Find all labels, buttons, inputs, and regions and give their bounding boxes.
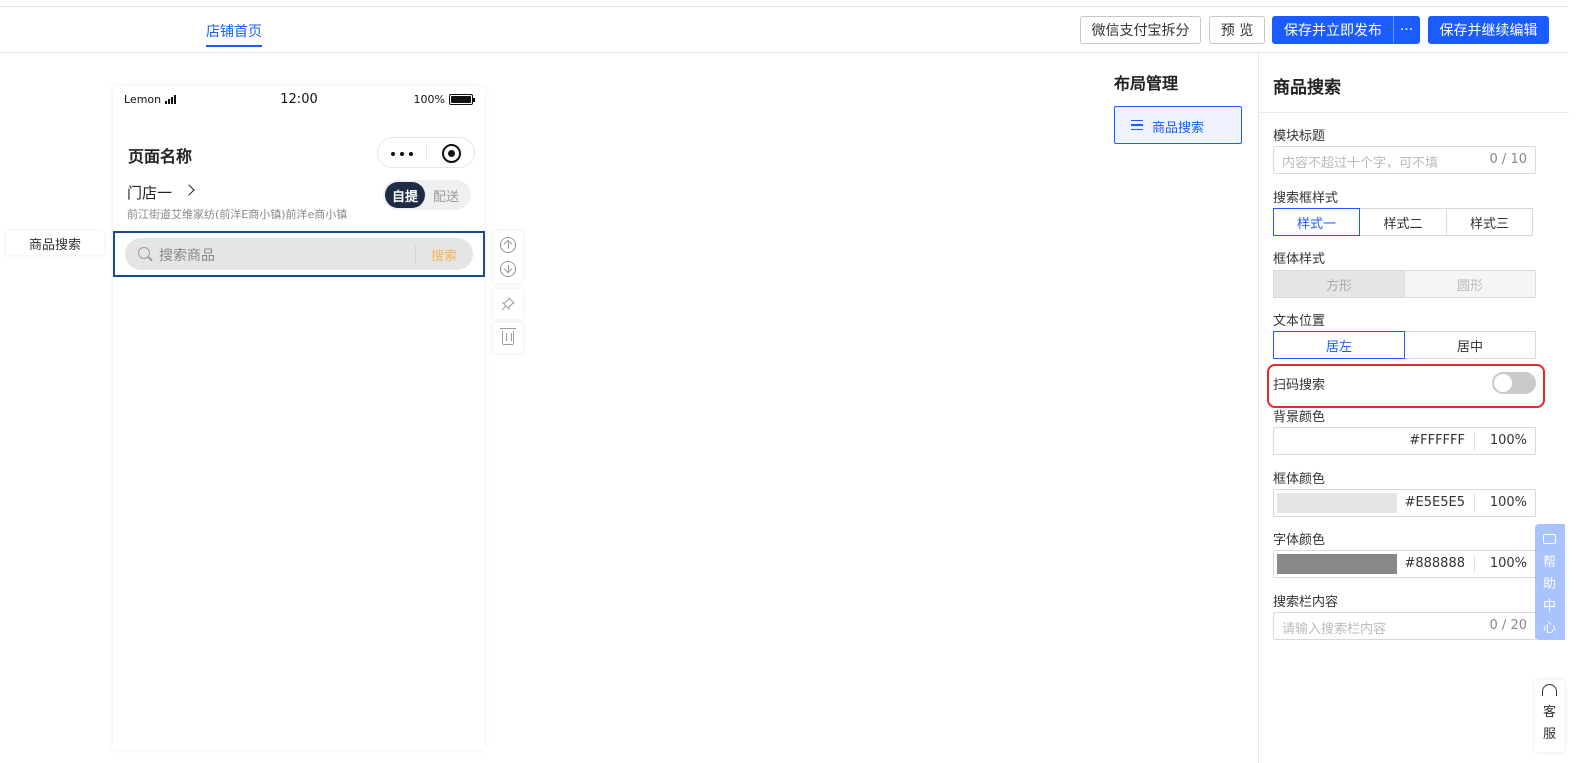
search-placeholder: 搜索商品 [159, 248, 215, 264]
scan-search-toggle[interactable] [1492, 372, 1536, 394]
move-down-icon[interactable] [500, 261, 516, 277]
bg-color-swatch[interactable] [1277, 431, 1397, 451]
trash-icon [500, 328, 516, 345]
font-color-opacity[interactable]: 100% [1490, 556, 1527, 571]
layout-item-search[interactable]: 商品搜索 [1114, 106, 1242, 144]
top-bar: 店铺首页 微信支付宝拆分 预 览 保存并立即发布 ··· 保存并继续编辑 [0, 6, 1568, 53]
more-dots-icon [391, 152, 413, 156]
message-icon [1543, 534, 1556, 544]
save-continue-button[interactable]: 保存并继续编辑 [1428, 16, 1549, 44]
search-style-label: 搜索框样式 [1273, 191, 1339, 206]
text-position-center[interactable]: 居中 [1404, 331, 1536, 359]
text-position-label: 文本位置 [1273, 314, 1326, 329]
pin-tool[interactable] [493, 289, 523, 319]
module-title-count: 0 / 10 [1489, 152, 1527, 167]
font-color-swatch[interactable] [1277, 554, 1397, 574]
headset-icon [1542, 684, 1557, 696]
status-battery-text: 100% [413, 93, 445, 106]
phone-preview: Lemon 12:00 100% 页面名称 门店一 前江街道艾维家纺(前洋E商小… [113, 86, 485, 750]
bg-color-input[interactable]: #FFFFFF 100% [1273, 427, 1536, 455]
store-address: 前江街道艾维家纺(前洋E商小镇)前洋e商小镇 [127, 208, 348, 221]
search-icon [138, 247, 150, 259]
frame-style-round[interactable]: 圆形 [1404, 270, 1536, 298]
battery-icon [449, 94, 475, 105]
frame-color-label: 框体颜色 [1273, 472, 1326, 487]
help-center-button[interactable]: 帮助中心 [1535, 524, 1565, 640]
frame-style-square[interactable]: 方形 [1273, 270, 1405, 298]
text-position-selector: 居左 居中 [1273, 331, 1536, 359]
drag-handle-icon [1131, 120, 1143, 130]
module-title-label: 模块标题 [1273, 129, 1326, 144]
search-content-placeholder: 请输入搜索栏内容 [1282, 622, 1387, 637]
panel-title: 商品搜索 [1273, 78, 1341, 98]
wechat-alipay-split-button[interactable]: 微信支付宝拆分 [1080, 16, 1201, 44]
module-title-placeholder: 内容不超过十个字，可不填 [1282, 156, 1439, 171]
mini-program-capsule [377, 137, 475, 168]
settings-panel: 商品搜索 模块标题 内容不超过十个字，可不填 0 / 10 搜索框样式 样式一 … [1258, 53, 1569, 763]
module-name-tag: 商品搜索 [6, 231, 104, 255]
save-publish-button[interactable]: 保存并立即发布 [1272, 16, 1394, 44]
search-style-selector: 样式一 样式二 样式三 [1273, 208, 1533, 236]
frame-color-input[interactable]: #E5E5E5 100% [1273, 489, 1536, 517]
module-side-tools [493, 231, 523, 353]
font-color-input[interactable]: #888888 100% [1273, 550, 1536, 578]
pin-icon [501, 297, 515, 311]
pickup-option[interactable]: 自提 [385, 182, 425, 208]
more-options-button[interactable]: ··· [1393, 16, 1420, 44]
search-content-input[interactable]: 请输入搜索栏内容 0 / 20 [1273, 612, 1536, 640]
delete-tool[interactable] [493, 323, 523, 353]
font-color-hex: #888888 [1404, 556, 1465, 571]
store-name[interactable]: 门店一 [127, 182, 172, 203]
frame-style-selector: 方形 圆形 [1273, 270, 1536, 298]
search-style-2[interactable]: 样式二 [1359, 208, 1447, 236]
bg-color-hex: #FFFFFF [1409, 433, 1465, 448]
font-color-label: 字体颜色 [1273, 533, 1326, 548]
delivery-option[interactable]: 配送 [433, 186, 459, 205]
search-style-3[interactable]: 样式三 [1446, 208, 1533, 236]
text-position-left[interactable]: 居左 [1273, 331, 1405, 359]
layout-management-title: 布局管理 [1114, 74, 1179, 93]
tab-store-home[interactable]: 店铺首页 [206, 21, 262, 41]
frame-color-hex: #E5E5E5 [1404, 495, 1465, 510]
help-center-label: 帮助中心 [1543, 555, 1557, 636]
search-content-count: 0 / 20 [1489, 618, 1527, 633]
page-title: 页面名称 [128, 147, 193, 166]
bg-color-opacity[interactable]: 100% [1490, 433, 1527, 448]
search-content-label: 搜索栏内容 [1273, 595, 1339, 610]
module-title-input[interactable]: 内容不超过十个字，可不填 0 / 10 [1273, 146, 1536, 174]
delivery-mode-toggle[interactable]: 自提 配送 [383, 180, 471, 210]
move-up-icon[interactable] [500, 237, 516, 253]
frame-color-opacity[interactable]: 100% [1490, 495, 1527, 510]
layout-item-label: 商品搜索 [1152, 121, 1205, 136]
customer-service-button[interactable]: 客服 [1535, 680, 1565, 752]
active-tab-indicator [206, 45, 262, 47]
scan-search-label: 扫码搜索 [1273, 378, 1326, 393]
chevron-right-icon [183, 184, 195, 196]
search-module-selected[interactable]: 搜索商品 搜索 [113, 231, 485, 277]
bg-color-label: 背景颜色 [1273, 410, 1326, 425]
search-bar: 搜索商品 搜索 [125, 238, 473, 270]
search-style-1[interactable]: 样式一 [1273, 208, 1360, 236]
move-tools [493, 231, 523, 283]
close-target-icon [442, 144, 461, 163]
frame-color-swatch[interactable] [1277, 493, 1397, 513]
customer-service-label: 客服 [1543, 705, 1557, 742]
search-button: 搜索 [431, 249, 458, 264]
preview-button[interactable]: 预 览 [1209, 16, 1265, 44]
frame-style-label: 框体样式 [1273, 252, 1326, 267]
